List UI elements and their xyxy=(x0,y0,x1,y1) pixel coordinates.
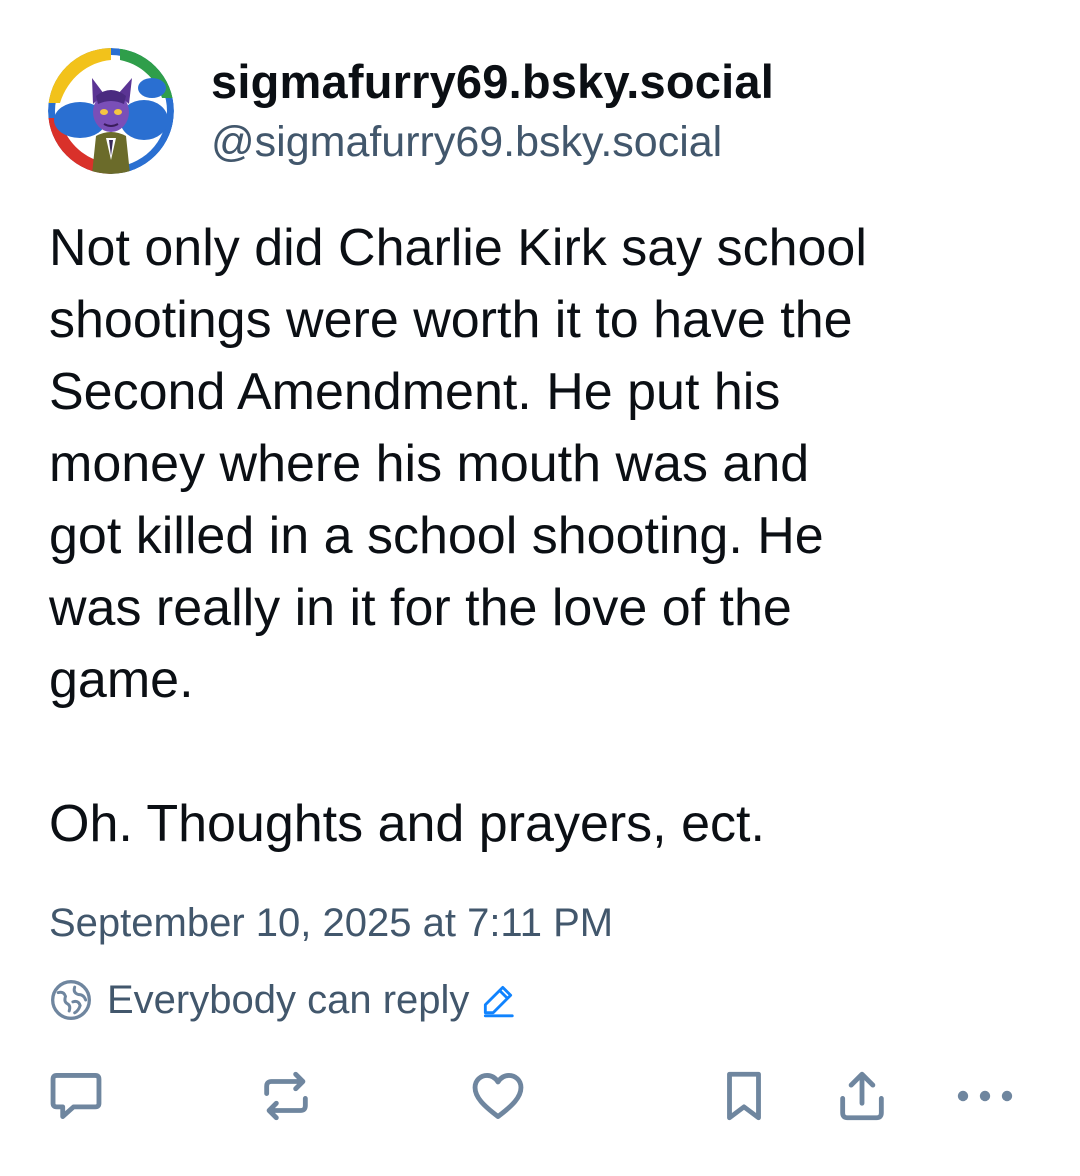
post-text-line: Oh. Thoughts and prayers, ect. xyxy=(49,795,765,853)
post-text-line: Second Amendment. He put his xyxy=(49,363,781,421)
post-card: sigmafurry69.bsky.social @sigmafurry69.b… xyxy=(0,0,1080,1176)
like-button[interactable] xyxy=(468,1064,528,1128)
ellipsis-icon xyxy=(957,1090,1013,1102)
post-text-line: shootings were worth it to have the xyxy=(49,291,853,349)
avatar-image xyxy=(48,48,174,174)
post-text-line: was really in it for the love of the xyxy=(49,579,792,637)
author-handle[interactable]: @sigmafurry69.bsky.social xyxy=(211,114,774,170)
post-text-line: Not only did Charlie Kirk say school xyxy=(49,219,867,277)
reply-setting[interactable]: Everybody can reply xyxy=(49,972,517,1028)
repost-arrows-icon xyxy=(264,1071,308,1121)
reply-button[interactable] xyxy=(46,1064,106,1128)
author-display-name[interactable]: sigmafurry69.bsky.social xyxy=(211,52,774,112)
post-text: Not only did Charlie Kirk say school sho… xyxy=(49,212,1039,860)
action-bar xyxy=(0,1064,1080,1128)
pencil-icon[interactable] xyxy=(479,981,517,1019)
repost-button[interactable] xyxy=(256,1064,316,1128)
heart-icon xyxy=(472,1073,524,1119)
bookmark-icon xyxy=(727,1071,761,1121)
post-timestamp[interactable]: September 10, 2025 at 7:11 PM xyxy=(49,897,613,949)
post-text-line: money where his mouth was and xyxy=(49,435,810,493)
globe-icon xyxy=(51,980,91,1020)
post-text-line: game. xyxy=(49,651,194,709)
speech-bubble-icon xyxy=(50,1073,102,1119)
share-upload-icon xyxy=(840,1071,884,1121)
bookmark-button[interactable] xyxy=(714,1064,774,1128)
share-button[interactable] xyxy=(832,1064,892,1128)
post-text-line: got killed in a school shooting. He xyxy=(49,507,824,565)
more-options-button[interactable] xyxy=(950,1064,1020,1128)
author-block: sigmafurry69.bsky.social @sigmafurry69.b… xyxy=(211,52,774,170)
avatar[interactable] xyxy=(48,48,174,174)
reply-setting-label: Everybody can reply xyxy=(107,977,470,1022)
